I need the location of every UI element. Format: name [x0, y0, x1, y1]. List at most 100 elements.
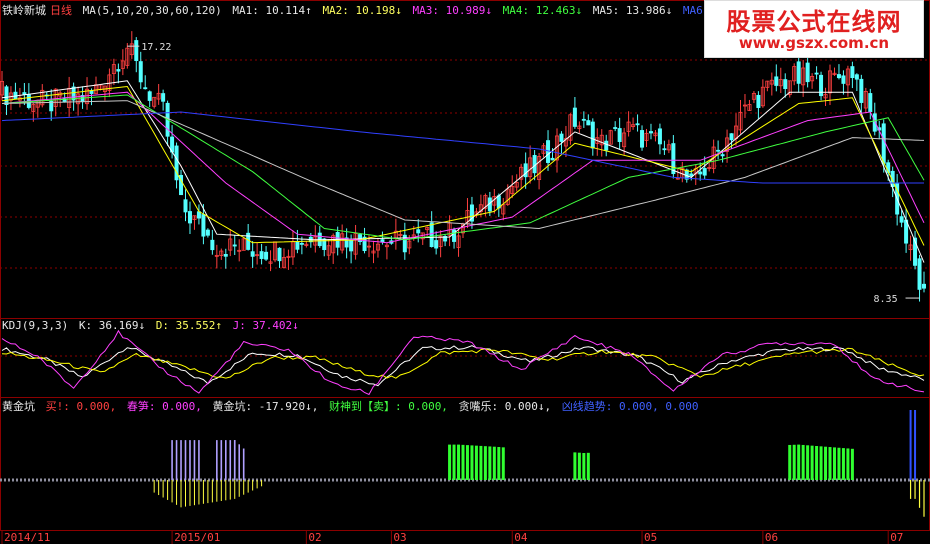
candle-body: [841, 75, 846, 84]
candle-body: [720, 154, 725, 157]
x-tick-label: 06: [765, 531, 778, 544]
candle-body: [836, 74, 841, 79]
candle-body: [201, 214, 206, 237]
candle-body: [434, 240, 439, 249]
kdj-d-value: D: 35.552↑: [155, 319, 222, 332]
ma3-value: MA3: 10.989↓: [412, 4, 493, 17]
buy-value: 买!: 0.000,: [45, 400, 117, 413]
candle-body: [210, 239, 215, 251]
candle-body: [277, 247, 282, 262]
candle-body: [774, 76, 779, 86]
candle-body: [689, 173, 694, 177]
main-header: 铁岭新城 日线 MA(5,10,20,30,60,120) MA1: 10.114…: [2, 2, 766, 18]
candle-body: [232, 244, 237, 247]
candle-body: [380, 239, 385, 243]
watermark-logo: 股票公式在线网 www.gszx.com.cn: [704, 0, 924, 58]
ma-params: MA(5,10,20,30,60,120): [82, 4, 222, 17]
candle-body: [917, 258, 922, 290]
ma-line-ma3: [1, 91, 925, 244]
kdj-name: KDJ(9,3,3): [2, 319, 69, 332]
high-price-label: 17.22: [141, 42, 171, 53]
candle-body: [702, 168, 707, 176]
candle-body: [617, 128, 622, 142]
low-price-label: 8.35: [874, 294, 898, 305]
candle-body: [729, 133, 734, 141]
candle-body: [796, 61, 801, 84]
candle-body: [550, 157, 555, 161]
candle-body: [429, 222, 434, 248]
candle-body: [416, 229, 421, 234]
gold-value: 黄金坑: -17.920↓,: [212, 400, 319, 413]
candle-body: [259, 251, 264, 259]
candle-body: [581, 118, 586, 121]
x-tick-label: 04: [514, 531, 528, 544]
candle-body: [613, 127, 618, 129]
candle-body: [250, 251, 255, 257]
candle-body: [349, 240, 354, 252]
candle-body: [187, 211, 192, 224]
stock-name[interactable]: 铁岭新城: [2, 4, 46, 17]
period-label[interactable]: 日线: [50, 4, 72, 17]
candle-body: [147, 91, 152, 101]
x-tick-label: 03: [393, 531, 406, 544]
ma5-value: MA5: 13.986↓: [592, 4, 673, 17]
ma4-value: MA4: 12.463↓: [502, 4, 583, 17]
x-tick-label: 2015/01: [174, 531, 220, 544]
watermark-title: 股票公式在线网: [726, 8, 902, 36]
x-tick-label: 07: [890, 531, 903, 544]
candle-body: [196, 211, 201, 219]
ma-line-ma6: [1, 111, 924, 184]
candle-body: [698, 171, 703, 175]
candle-body: [922, 283, 927, 289]
x-tick-label: 05: [644, 531, 657, 544]
kdj-line-j: [1, 329, 925, 396]
ma-line-ma5: [1, 100, 925, 230]
candle-body: [559, 133, 564, 142]
candle-body: [854, 74, 859, 80]
ma1-value: MA1: 10.114↑: [232, 4, 312, 17]
candle-body: [143, 87, 148, 90]
candle-body: [586, 120, 591, 126]
candle-body: [783, 79, 788, 89]
gold-indicator-name: 黄金坑: [2, 400, 35, 413]
candle-body: [850, 66, 855, 79]
candle-body: [604, 140, 609, 151]
candle-body: [662, 148, 667, 151]
candle-body: [138, 61, 143, 83]
watermark-url: www.gszx.com.cn: [738, 34, 890, 52]
kdj-j-value: J: 37.402↓: [232, 319, 299, 332]
candle-body: [295, 241, 300, 250]
greedy-value: 贪嘴乐: 0.000↓,: [458, 400, 552, 413]
candle-body: [116, 69, 121, 72]
gold-header: 黄金坑 买!: 0.000, 春笋: 0.000, 黄金坑: -17.920↓,…: [2, 398, 703, 414]
candle-body: [868, 93, 873, 113]
candle-body: [814, 72, 819, 75]
candle-body: [881, 123, 886, 164]
candle-body: [635, 123, 640, 126]
kdj-k-value: K: 36.169↓: [78, 319, 146, 332]
candle-body: [161, 93, 166, 102]
kdj-header: KDJ(9,3,3) K: 36.169↓ D: 35.552↑ J: 37.4…: [2, 319, 303, 332]
candle-body: [299, 242, 304, 245]
candle-body: [640, 130, 645, 148]
candle-body: [756, 94, 761, 108]
candle-body: [805, 62, 810, 83]
x-tick-label: 2014/11: [4, 531, 50, 544]
candle-body: [223, 253, 228, 257]
candle-body: [205, 229, 210, 236]
candle-body: [89, 90, 94, 94]
trend-value: 凶线趋势: 0.000, 0.000: [561, 400, 699, 413]
candle-body: [648, 131, 653, 134]
sell-value: 财神到【卖】: 0.000,: [328, 400, 448, 413]
candle-body: [899, 216, 904, 223]
candle-body: [859, 78, 864, 103]
kdj-line-d: [1, 347, 925, 379]
candle-body: [590, 121, 595, 149]
ma2-value: MA2: 10.198↓: [322, 4, 402, 17]
x-tick-label: 02: [308, 531, 321, 544]
candle-body: [716, 149, 721, 152]
candle-body: [4, 86, 9, 106]
candle-body: [264, 251, 269, 260]
stock-chart: 17.22 8.35 2014/11 2015/01 02 03 04 05 06 07: [0, 0, 930, 544]
spring-value: 春笋: 0.000,: [126, 400, 202, 413]
